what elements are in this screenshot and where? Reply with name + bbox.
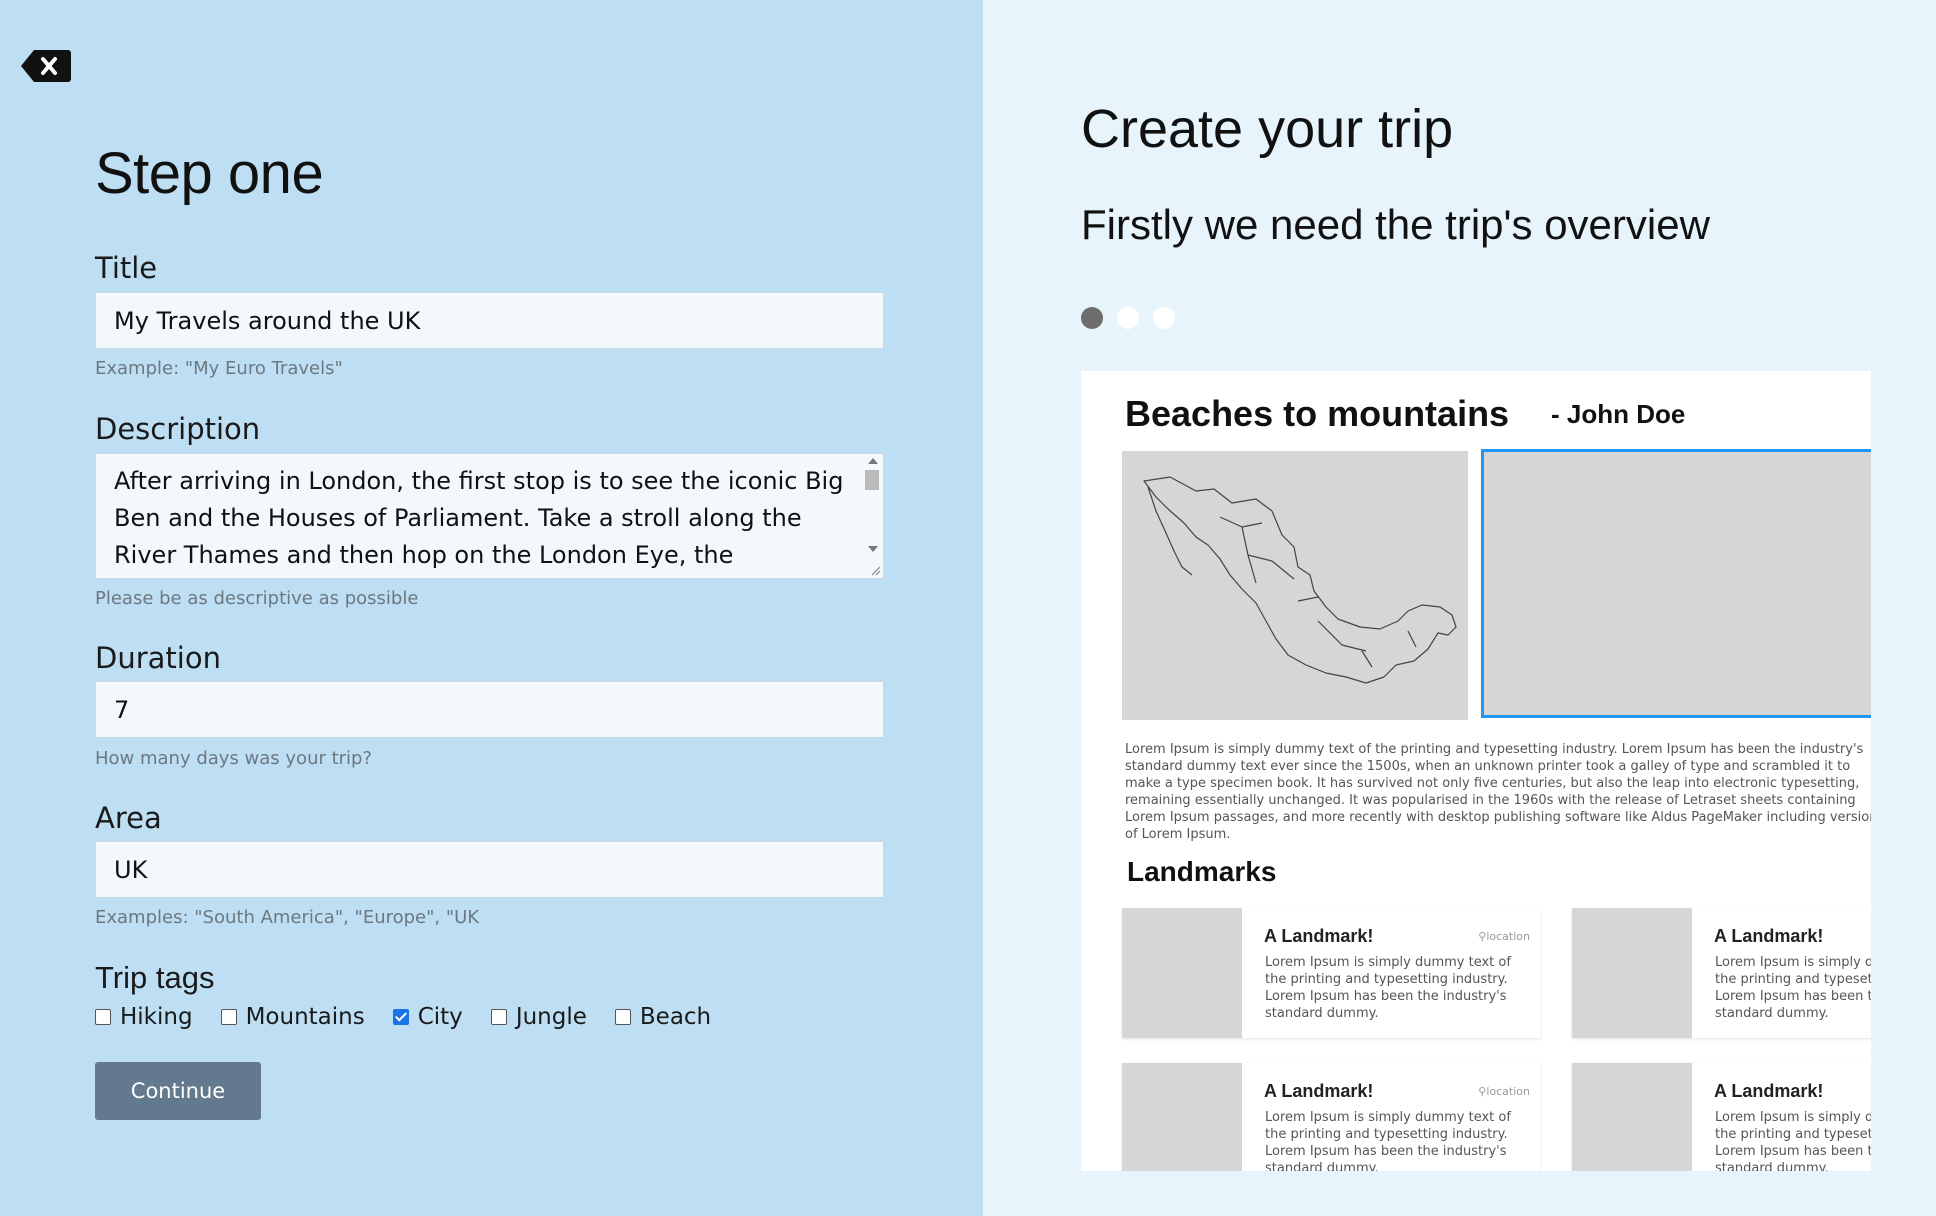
- title-input[interactable]: [95, 292, 884, 349]
- backspace-icon[interactable]: [20, 48, 72, 84]
- area-hint: Examples: "South America", "Europe", "UK: [95, 907, 480, 928]
- area-label: Area: [95, 801, 162, 835]
- preview-trip-title: Beaches to mountains: [1125, 393, 1510, 434]
- map-outline-icon: [1143, 476, 1457, 684]
- tag-hiking[interactable]: Hiking: [95, 1004, 193, 1030]
- tag-city-label: City: [417, 1004, 463, 1030]
- landmark-card[interactable]: A Landmark! ⚲location Lorem Ipsum is sim…: [1572, 908, 1871, 1038]
- trip-preview: Beaches to mountains - John Doe Lorem Ip…: [1081, 371, 1871, 1171]
- landmark-card[interactable]: A Landmark! ⚲location Lorem Ipsum is sim…: [1122, 1063, 1540, 1171]
- form-panel: Step one Title Example: "My Euro Travels…: [0, 0, 983, 1216]
- landmarks-heading: Landmarks: [1127, 856, 1277, 887]
- landmark-location: ⚲ location: [1478, 1085, 1530, 1098]
- continue-button[interactable]: Continue: [95, 1062, 261, 1120]
- description-textarea[interactable]: After arriving in London, the first stop…: [95, 453, 884, 579]
- step-dot-1: [1081, 307, 1103, 329]
- tag-city-checkbox[interactable]: [392, 1009, 409, 1025]
- description-label: Description: [95, 412, 261, 446]
- landmark-description: Lorem Ipsum is simply dummy text of the …: [1715, 955, 1871, 1021]
- scroll-thumb[interactable]: [865, 470, 879, 490]
- info-panel: Create your trip Firstly we need the tri…: [983, 0, 1936, 1216]
- tag-jungle-checkbox[interactable]: [490, 1009, 507, 1025]
- preview-author: - John Doe: [1551, 399, 1686, 429]
- title-label: Title: [95, 251, 158, 285]
- tag-jungle-label: Jungle: [515, 1004, 587, 1030]
- tag-beach[interactable]: Beach: [614, 1004, 712, 1030]
- tag-mountains-label: Mountains: [245, 1004, 365, 1030]
- preview-description: Lorem Ipsum is simply dummy text of the …: [1125, 742, 1871, 842]
- landmark-image: [1572, 1063, 1692, 1171]
- preview-map-image: [1122, 451, 1468, 720]
- resize-grip-icon[interactable]: [869, 564, 881, 576]
- description-scrollbar[interactable]: [861, 454, 883, 578]
- scroll-down-icon[interactable]: [868, 546, 878, 552]
- tag-mountains[interactable]: Mountains: [220, 1004, 365, 1030]
- description-hint: Please be as descriptive as possible: [95, 588, 419, 609]
- tags-label: Trip tags: [95, 960, 215, 995]
- landmark-image: [1122, 1063, 1242, 1171]
- location-pin-icon: ⚲: [1478, 1085, 1487, 1098]
- landmark-image: [1572, 908, 1692, 1038]
- landmark-location: ⚲ location: [1478, 930, 1530, 943]
- tag-beach-label: Beach: [639, 1004, 712, 1030]
- tag-jungle[interactable]: Jungle: [490, 1004, 587, 1030]
- tag-city[interactable]: City: [392, 1004, 463, 1030]
- landmark-card[interactable]: A Landmark! ⚲location Lorem Ipsum is sim…: [1122, 908, 1540, 1038]
- tags-group: Hiking Mountains City Jungle Beach: [95, 1004, 739, 1030]
- landmark-image: [1122, 908, 1242, 1038]
- landmark-title: A Landmark!: [1264, 926, 1374, 946]
- step-subtitle: Firstly we need the trip's overview: [1081, 201, 1710, 248]
- area-input[interactable]: [95, 841, 884, 898]
- step-indicator: [1081, 307, 1189, 329]
- preview-photo-selected[interactable]: [1481, 449, 1871, 718]
- step-dot-2: [1117, 307, 1139, 329]
- duration-input[interactable]: [95, 681, 884, 738]
- landmark-card[interactable]: A Landmark! ⚲location Lorem Ipsum is sim…: [1572, 1063, 1871, 1171]
- tag-mountains-checkbox[interactable]: [220, 1009, 237, 1025]
- step-heading: Step one: [95, 141, 324, 206]
- description-text: After arriving in London, the first stop…: [114, 467, 844, 569]
- tag-hiking-checkbox[interactable]: [95, 1009, 111, 1025]
- title-hint: Example: "My Euro Travels": [95, 358, 343, 379]
- tag-hiking-label: Hiking: [120, 1004, 193, 1030]
- scroll-up-icon[interactable]: [868, 458, 878, 464]
- tag-beach-checkbox[interactable]: [614, 1009, 631, 1025]
- landmark-description: Lorem Ipsum is simply dummy text of the …: [1715, 1110, 1871, 1171]
- landmark-description: Lorem Ipsum is simply dummy text of the …: [1265, 955, 1511, 1021]
- duration-hint: How many days was your trip?: [95, 748, 373, 769]
- duration-label: Duration: [95, 641, 221, 675]
- location-pin-icon: ⚲: [1478, 930, 1487, 943]
- step-dot-3: [1153, 307, 1175, 329]
- landmark-title: A Landmark!: [1714, 1081, 1824, 1101]
- landmark-title: A Landmark!: [1714, 926, 1824, 946]
- create-trip-title: Create your trip: [1081, 99, 1454, 159]
- landmark-description: Lorem Ipsum is simply dummy text of the …: [1265, 1110, 1511, 1171]
- landmark-title: A Landmark!: [1264, 1081, 1374, 1101]
